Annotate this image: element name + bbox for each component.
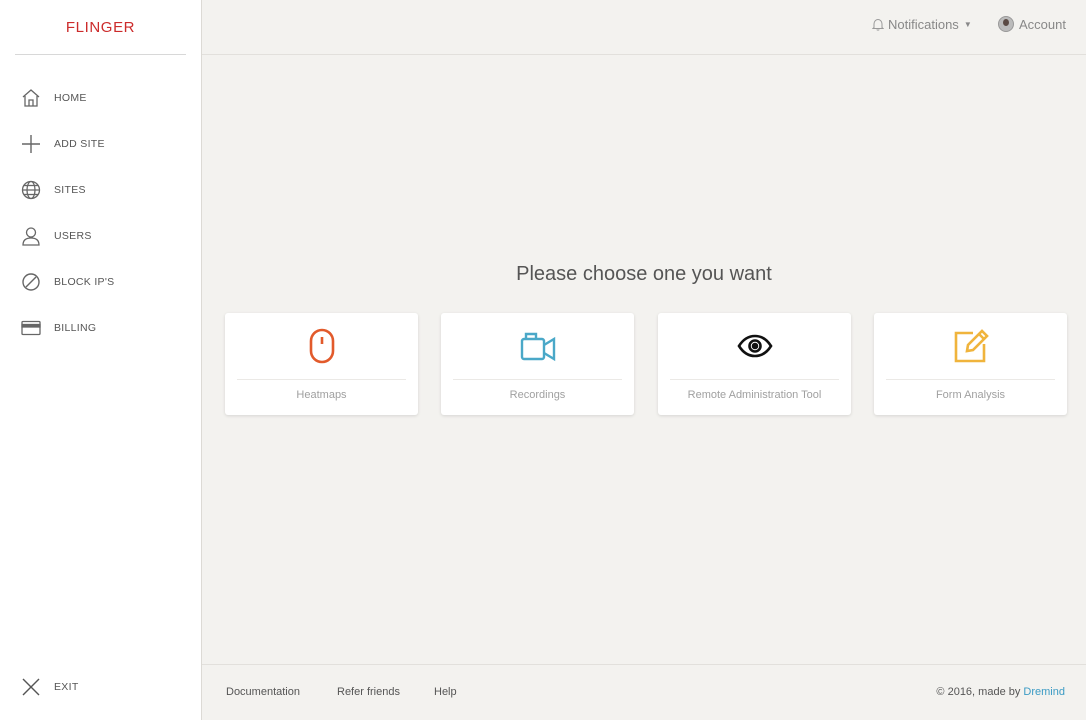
account-menu[interactable]: Account (998, 16, 1066, 32)
card-label: Form Analysis (935, 389, 1006, 401)
card-label: Recordings (509, 389, 566, 401)
copyright-text: © 2016, made by (936, 686, 1021, 698)
edit-icon (953, 328, 989, 364)
card-recordings[interactable]: Recordings (441, 313, 634, 415)
footer-link-help[interactable]: Help (434, 686, 457, 698)
card-remote-administration-tool[interactable]: Remote Administration Tool (658, 313, 851, 415)
footer-link-documentation[interactable]: Documentation (226, 686, 300, 698)
brand-header: FLINGER (15, 0, 186, 55)
close-icon (20, 676, 42, 698)
sidebar-item-label: SITES (54, 184, 86, 196)
top-bar: Notifications ▼ Account (202, 0, 1086, 55)
page-title: Please choose one you want (516, 263, 772, 285)
avatar (998, 16, 1014, 32)
block-icon (20, 271, 42, 293)
sidebar-item-users[interactable]: USERS (0, 213, 201, 259)
sidebar-item-label: USERS (54, 230, 92, 242)
sidebar-item-block-ips[interactable]: BLOCK IP'S (0, 259, 201, 305)
notifications-dropdown[interactable]: Notifications ▼ (872, 17, 972, 32)
copyright-link-dremind[interactable]: Dremind (1023, 686, 1065, 698)
card-form-analysis[interactable]: Form Analysis (874, 313, 1067, 415)
home-icon (20, 87, 42, 109)
card-divider (886, 379, 1055, 380)
account-label: Account (1019, 16, 1066, 32)
notifications-label: Notifications (888, 17, 959, 32)
sidebar-item-billing[interactable]: BILLING (0, 305, 201, 351)
sidebar-item-label: BILLING (54, 322, 97, 334)
sidebar-item-label: HOME (54, 92, 87, 104)
bell-icon (872, 18, 884, 31)
eye-icon (736, 334, 773, 358)
sidebar-item-label: BLOCK IP'S (54, 276, 115, 288)
footer: Documentation Refer friends Help © 2016,… (202, 664, 1086, 720)
card-heatmaps[interactable]: Heatmaps (225, 313, 418, 415)
video-camera-icon (520, 330, 556, 362)
footer-link-refer-friends[interactable]: Refer friends (337, 686, 400, 698)
credit-card-icon (20, 317, 42, 339)
mouse-icon (309, 328, 335, 364)
plus-icon (20, 133, 42, 155)
user-icon (20, 225, 42, 247)
sidebar-item-sites[interactable]: SITES (0, 167, 201, 213)
globe-icon (20, 179, 42, 201)
copyright: © 2016, made by Dremind (936, 686, 1065, 698)
card-divider (237, 379, 406, 380)
exit-label: EXIT (54, 681, 79, 693)
card-divider (453, 379, 622, 380)
brand-logo[interactable]: FLINGER (66, 19, 135, 36)
card-label: Heatmaps (296, 389, 347, 401)
sidebar-item-home[interactable]: HOME (0, 75, 201, 121)
sidebar-nav: HOME ADD SITE SITES USERS BLOCK IP'S BIL… (0, 75, 201, 351)
card-divider (670, 379, 839, 380)
exit-button[interactable]: EXIT (0, 674, 201, 700)
sidebar: FLINGER HOME ADD SITE SITES USERS BLOCK … (0, 0, 202, 720)
caret-down-icon: ▼ (963, 20, 972, 29)
sidebar-item-add-site[interactable]: ADD SITE (0, 121, 201, 167)
card-label: Remote Administration Tool (687, 389, 822, 401)
sidebar-item-label: ADD SITE (54, 138, 105, 150)
